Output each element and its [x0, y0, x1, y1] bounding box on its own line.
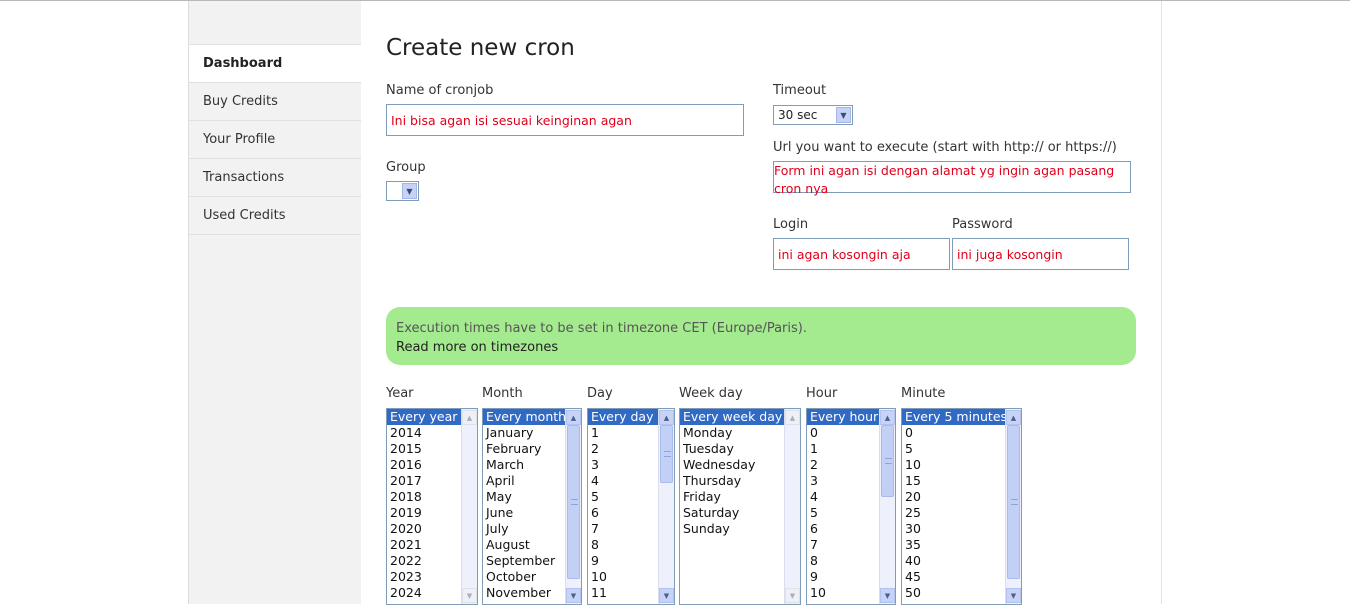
scroll-grip — [664, 451, 671, 457]
minute-option[interactable]: 35 — [902, 537, 1021, 553]
scroll-down-icon[interactable]: ▼ — [880, 588, 895, 603]
name-label: Name of cronjob — [386, 83, 494, 98]
hour-label: Hour — [806, 386, 838, 401]
minute-option[interactable]: 45 — [902, 569, 1021, 585]
minute-scrollbar[interactable]: ▲ ▼ — [1005, 409, 1021, 604]
year-label: Year — [386, 386, 414, 401]
timezone-notice-message: Execution times have to be set in timezo… — [396, 321, 807, 336]
timeout-label: Timeout — [773, 83, 827, 98]
day-listbox[interactable]: Every day 1 2 3 4 5 6 7 8 9 10 11 ▲ ▼ — [587, 408, 675, 605]
minute-option[interactable]: Every 5 minutes — [902, 409, 1021, 425]
minute-listbox[interactable]: Every 5 minutes 0 5 10 15 20 25 30 35 40… — [901, 408, 1022, 605]
sidebar-item-buy-credits[interactable]: Buy Credits — [189, 82, 361, 120]
weekday-option[interactable]: Every week day — [680, 409, 800, 425]
minute-option[interactable]: 10 — [902, 457, 1021, 473]
minute-label: Minute — [901, 386, 946, 401]
minute-option[interactable]: 0 — [902, 425, 1021, 441]
group-select[interactable]: ▼ — [386, 181, 419, 201]
weekday-option[interactable]: Saturday — [680, 505, 800, 521]
weekday-label: Week day — [679, 386, 743, 401]
login-input[interactable] — [773, 238, 950, 270]
day-scrollbar[interactable]: ▲ ▼ — [658, 409, 674, 604]
login-label: Login — [773, 217, 809, 232]
month-scroll-thumb[interactable] — [567, 425, 580, 579]
main-content: Create new cron Name of cronjob Group ▼ … — [360, 1, 1161, 605]
sidebar-item-your-profile[interactable]: Your Profile — [189, 120, 361, 158]
minute-scroll-thumb[interactable] — [1007, 425, 1020, 579]
timeout-select[interactable]: 30 sec ▼ — [773, 105, 853, 125]
timezone-link[interactable]: Read more on timezones — [396, 338, 1126, 357]
minute-option[interactable]: 50 — [902, 585, 1021, 601]
month-scrollbar[interactable]: ▲ ▼ — [565, 409, 581, 604]
year-listbox[interactable]: Every year 2014 2015 2016 2017 2018 2019… — [386, 408, 478, 605]
minute-option[interactable]: 25 — [902, 505, 1021, 521]
scroll-grip — [885, 458, 892, 464]
scroll-grip — [571, 499, 578, 505]
weekday-option[interactable]: Friday — [680, 489, 800, 505]
weekday-option[interactable]: Wednesday — [680, 457, 800, 473]
sidebar-item-transactions[interactable]: Transactions — [189, 158, 361, 196]
timezone-notice: Execution times have to be set in timezo… — [386, 307, 1136, 365]
minute-option[interactable]: 5 — [902, 441, 1021, 457]
scroll-up-icon[interactable]: ▲ — [566, 410, 581, 425]
hour-scroll-thumb[interactable] — [881, 425, 894, 497]
scroll-up-icon[interactable]: ▲ — [880, 410, 895, 425]
weekday-scrollbar[interactable]: ▲ ▼ — [784, 409, 800, 604]
scroll-up-icon[interactable]: ▲ — [659, 410, 674, 425]
content-right-border — [1161, 1, 1162, 604]
chevron-down-icon: ▼ — [836, 107, 851, 123]
hour-scrollbar[interactable]: ▲ ▼ — [879, 409, 895, 604]
url-input[interactable]: Form ini agan isi dengan alamat yg ingin… — [773, 161, 1131, 196]
scroll-down-icon[interactable]: ▼ — [566, 588, 581, 603]
sidebar-item-dashboard[interactable]: Dashboard — [189, 44, 361, 82]
timeout-select-value: 30 sec — [778, 108, 818, 122]
minute-option[interactable]: 15 — [902, 473, 1021, 489]
month-label: Month — [482, 386, 523, 401]
sidebar: Dashboard Buy Credits Your Profile Trans… — [188, 1, 361, 604]
day-label: Day — [587, 386, 613, 401]
minute-option[interactable]: 30 — [902, 521, 1021, 537]
weekday-option[interactable]: Thursday — [680, 473, 800, 489]
sidebar-item-used-credits[interactable]: Used Credits — [189, 196, 361, 235]
password-input[interactable] — [952, 238, 1129, 270]
group-label: Group — [386, 160, 426, 175]
month-listbox[interactable]: Every month January February March April… — [482, 408, 582, 605]
minute-option[interactable]: 40 — [902, 553, 1021, 569]
name-input[interactable] — [386, 104, 744, 136]
scroll-up-icon[interactable]: ▲ — [1006, 410, 1021, 425]
minute-option[interactable]: 20 — [902, 489, 1021, 505]
day-scroll-thumb[interactable] — [660, 425, 673, 483]
sidebar-nav: Dashboard Buy Credits Your Profile Trans… — [189, 44, 361, 235]
password-label: Password — [952, 217, 1013, 232]
hour-listbox[interactable]: Every hour 0 1 2 3 4 5 6 7 8 9 10 ▲ ▼ — [806, 408, 896, 605]
scroll-up-icon[interactable]: ▲ — [785, 410, 800, 425]
scroll-up-icon[interactable]: ▲ — [462, 410, 477, 425]
weekday-option[interactable]: Monday — [680, 425, 800, 441]
weekday-option[interactable]: Sunday — [680, 521, 800, 537]
weekday-listbox[interactable]: Every week day Monday Tuesday Wednesday … — [679, 408, 801, 605]
scroll-down-icon[interactable]: ▼ — [1006, 588, 1021, 603]
url-label: Url you want to execute (start with http… — [773, 140, 1117, 155]
weekday-option[interactable]: Tuesday — [680, 441, 800, 457]
scroll-down-icon[interactable]: ▼ — [462, 588, 477, 603]
scroll-down-icon[interactable]: ▼ — [785, 588, 800, 603]
chevron-down-icon: ▼ — [402, 183, 417, 199]
year-scrollbar[interactable]: ▲ ▼ — [461, 409, 477, 604]
page-title: Create new cron — [386, 35, 575, 61]
scroll-down-icon[interactable]: ▼ — [659, 588, 674, 603]
scroll-grip — [1011, 499, 1018, 505]
